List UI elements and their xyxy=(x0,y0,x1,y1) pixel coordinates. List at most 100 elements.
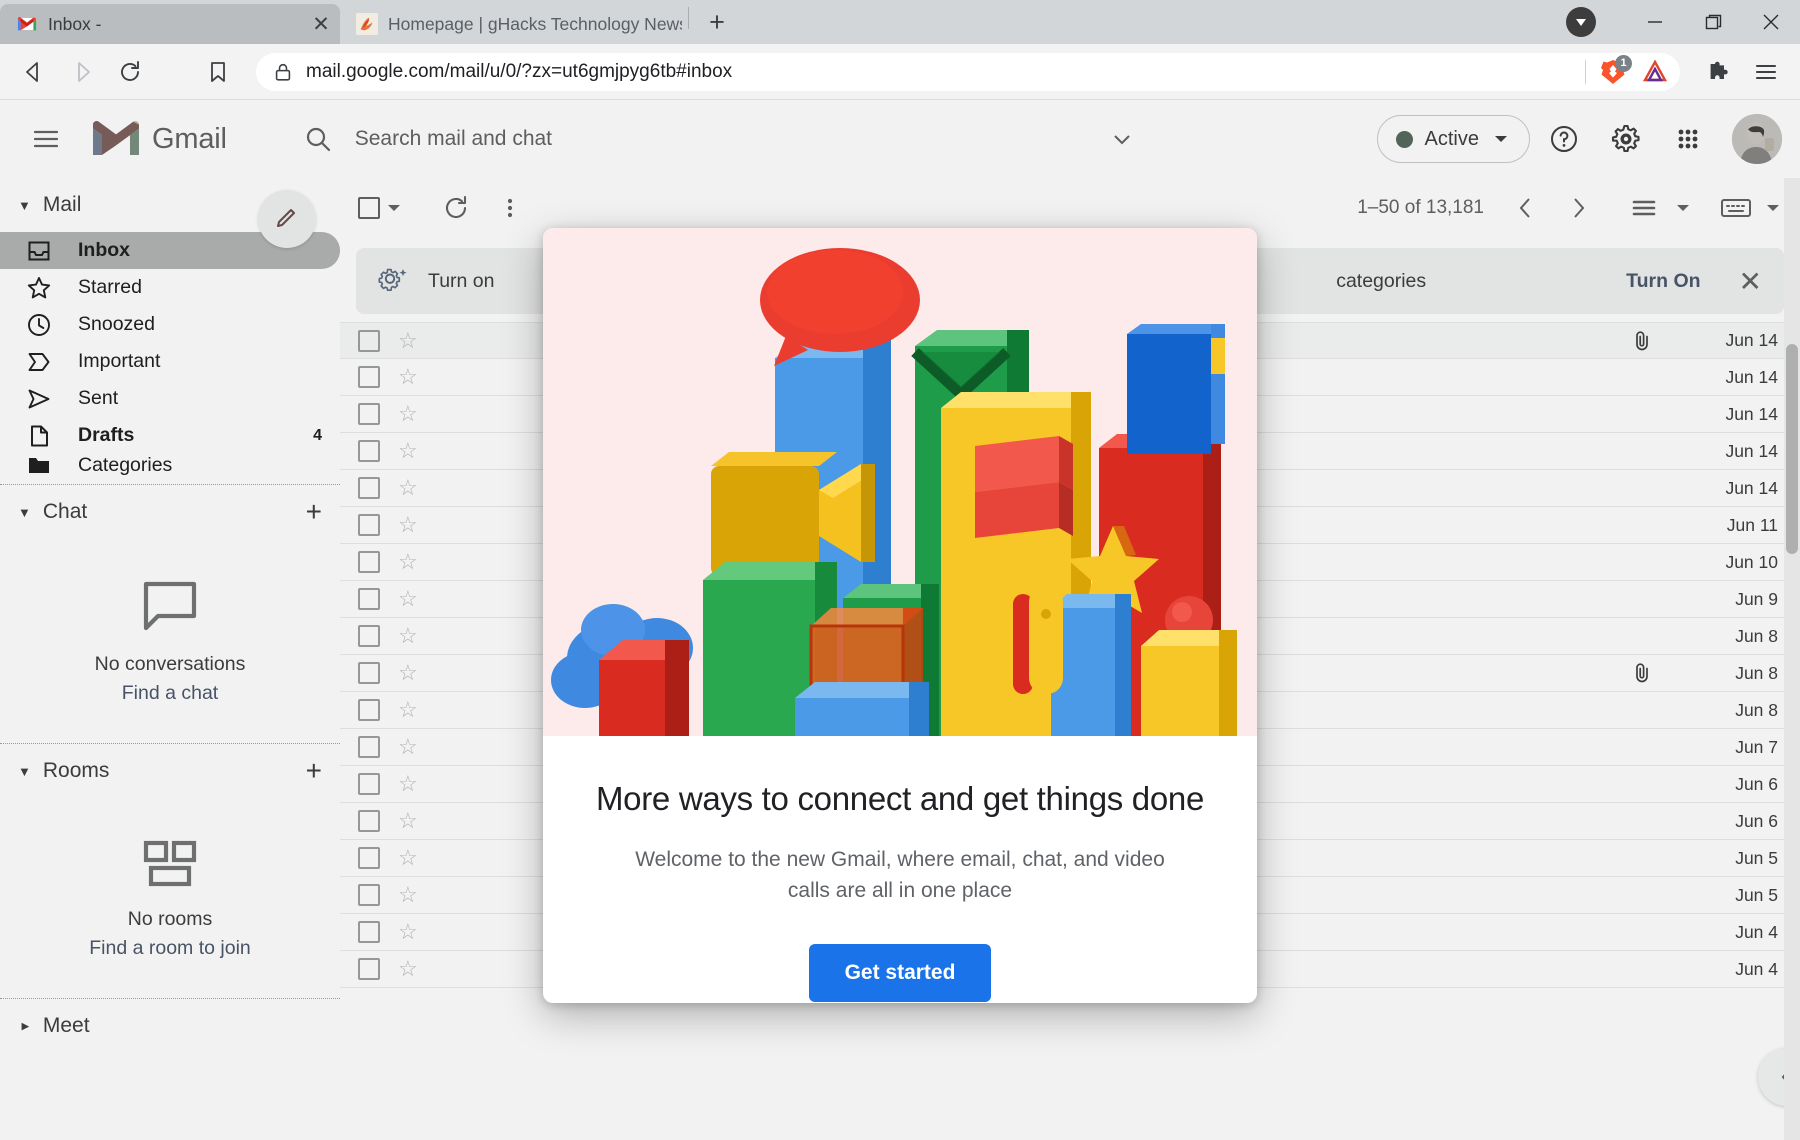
refresh-icon[interactable] xyxy=(432,184,480,232)
sidebar-section-rooms[interactable]: ▼ Rooms + xyxy=(0,744,340,798)
row-checkbox[interactable] xyxy=(358,662,380,684)
turn-on-button[interactable]: Turn On xyxy=(1626,270,1700,293)
hamburger-menu-icon[interactable] xyxy=(1744,50,1788,94)
sidebar-section-title: Chat xyxy=(43,500,87,524)
find-a-chat-link[interactable]: Find a chat xyxy=(10,682,330,705)
star-icon[interactable]: ☆ xyxy=(398,808,420,834)
sidebar-section-meet[interactable]: ▼ Meet xyxy=(0,999,340,1053)
row-date: Jun 6 xyxy=(1674,774,1778,795)
sidebar-item-sent[interactable]: Sent xyxy=(0,380,340,417)
sidebar-section-chat[interactable]: ▼ Chat + xyxy=(0,485,340,539)
star-icon[interactable]: ☆ xyxy=(398,438,420,464)
more-vertical-icon[interactable] xyxy=(486,184,534,232)
find-a-room-link[interactable]: Find a room to join xyxy=(10,937,330,960)
star-icon[interactable]: ☆ xyxy=(398,512,420,538)
row-checkbox[interactable] xyxy=(358,699,380,721)
puzzle-piece-icon[interactable] xyxy=(1696,50,1740,94)
row-checkbox[interactable] xyxy=(358,847,380,869)
star-icon[interactable]: ☆ xyxy=(398,771,420,797)
browser-tab-ghacks[interactable]: Homepage | gHacks Technology News xyxy=(340,4,688,44)
row-checkbox[interactable] xyxy=(358,921,380,943)
select-all-checkbox[interactable] xyxy=(358,197,404,219)
tab-close-icon[interactable]: ✕ xyxy=(308,11,334,37)
star-icon[interactable]: ☆ xyxy=(398,882,420,908)
close-icon[interactable]: ✕ xyxy=(1739,265,1762,298)
star-icon[interactable]: ☆ xyxy=(398,623,420,649)
window-close-button[interactable] xyxy=(1742,0,1800,44)
star-icon[interactable]: ☆ xyxy=(398,845,420,871)
row-checkbox[interactable] xyxy=(358,330,380,352)
chat-empty-state: No conversations Find a chat xyxy=(0,539,340,735)
brave-lion-icon[interactable]: 1 xyxy=(1598,57,1628,87)
clock-icon xyxy=(26,312,52,338)
row-date: Jun 14 xyxy=(1674,478,1778,499)
address-bar[interactable]: mail.google.com/mail/u/0/?zx=ut6gmjpyg6t… xyxy=(256,53,1680,91)
row-checkbox[interactable] xyxy=(358,773,380,795)
sidebar-item-snoozed[interactable]: Snoozed xyxy=(0,306,340,343)
sidebar-item-important[interactable]: Important xyxy=(0,343,340,380)
vpn-badge-icon[interactable] xyxy=(1566,7,1596,37)
search-icon xyxy=(303,124,333,154)
forward-arrow-icon[interactable] xyxy=(60,50,104,94)
row-checkbox[interactable] xyxy=(358,440,380,462)
star-icon[interactable]: ☆ xyxy=(398,660,420,686)
bookmark-icon[interactable] xyxy=(196,50,240,94)
sidebar-item-drafts[interactable]: Drafts 4 xyxy=(0,417,340,454)
chevron-down-icon[interactable] xyxy=(1764,199,1782,217)
star-icon[interactable]: ☆ xyxy=(398,734,420,760)
new-tab-button[interactable]: + xyxy=(699,4,735,40)
window-minimize-button[interactable] xyxy=(1626,0,1684,44)
window-maximize-button[interactable] xyxy=(1684,0,1742,44)
dialog-title: More ways to connect and get things done xyxy=(591,778,1209,819)
star-icon[interactable]: ☆ xyxy=(398,328,420,354)
search-options-chevron-down-icon[interactable] xyxy=(1109,126,1135,152)
chevron-right-icon[interactable] xyxy=(1554,184,1602,232)
keyboard-input-tools-icon[interactable] xyxy=(1712,184,1760,232)
brave-rewards-triangle-icon[interactable] xyxy=(1640,57,1670,87)
row-checkbox[interactable] xyxy=(358,403,380,425)
row-checkbox[interactable] xyxy=(358,958,380,980)
scrollbar-thumb[interactable] xyxy=(1786,344,1798,554)
row-checkbox[interactable] xyxy=(358,366,380,388)
star-icon[interactable]: ☆ xyxy=(398,401,420,427)
row-checkbox[interactable] xyxy=(358,588,380,610)
settings-gear-icon[interactable] xyxy=(1598,111,1654,167)
scrollbar[interactable] xyxy=(1784,178,1800,1140)
sidebar-item-categories[interactable]: Categories xyxy=(0,454,340,476)
add-room-button[interactable]: + xyxy=(306,755,322,787)
status-chip-active[interactable]: Active xyxy=(1377,115,1530,163)
browser-tab-gmail[interactable]: Inbox - ✕ xyxy=(0,4,340,44)
welcome-dialog: More ways to connect and get things done… xyxy=(543,228,1257,1003)
row-checkbox[interactable] xyxy=(358,625,380,647)
chevron-down-icon[interactable] xyxy=(1674,199,1692,217)
star-icon[interactable]: ☆ xyxy=(398,364,420,390)
compose-button[interactable] xyxy=(258,190,316,248)
row-checkbox[interactable] xyxy=(358,477,380,499)
row-checkbox[interactable] xyxy=(358,514,380,536)
row-date: Jun 14 xyxy=(1674,441,1778,462)
search-mail-box[interactable]: Search mail and chat xyxy=(289,112,1149,166)
star-icon[interactable]: ☆ xyxy=(398,549,420,575)
avatar[interactable] xyxy=(1732,114,1782,164)
star-icon[interactable]: ☆ xyxy=(398,475,420,501)
row-checkbox[interactable] xyxy=(358,810,380,832)
get-started-button[interactable]: Get started xyxy=(809,944,992,1002)
chevron-left-icon[interactable] xyxy=(1502,184,1550,232)
help-icon[interactable] xyxy=(1536,111,1592,167)
star-icon[interactable]: ☆ xyxy=(398,586,420,612)
back-arrow-icon[interactable] xyxy=(12,50,56,94)
star-icon[interactable]: ☆ xyxy=(398,956,420,982)
sidebar-item-starred[interactable]: Starred xyxy=(0,269,340,306)
reload-icon[interactable] xyxy=(108,50,152,94)
gmail-header-actions: Active xyxy=(1377,111,1782,167)
row-checkbox[interactable] xyxy=(358,551,380,573)
list-density-icon[interactable] xyxy=(1622,184,1670,232)
google-apps-grid-icon[interactable] xyxy=(1660,111,1716,167)
gmail-logo[interactable]: Gmail xyxy=(90,119,227,159)
star-icon[interactable]: ☆ xyxy=(398,919,420,945)
main-menu-icon[interactable] xyxy=(18,111,74,167)
star-icon[interactable]: ☆ xyxy=(398,697,420,723)
row-checkbox[interactable] xyxy=(358,884,380,906)
add-chat-button[interactable]: + xyxy=(306,496,322,528)
row-checkbox[interactable] xyxy=(358,736,380,758)
